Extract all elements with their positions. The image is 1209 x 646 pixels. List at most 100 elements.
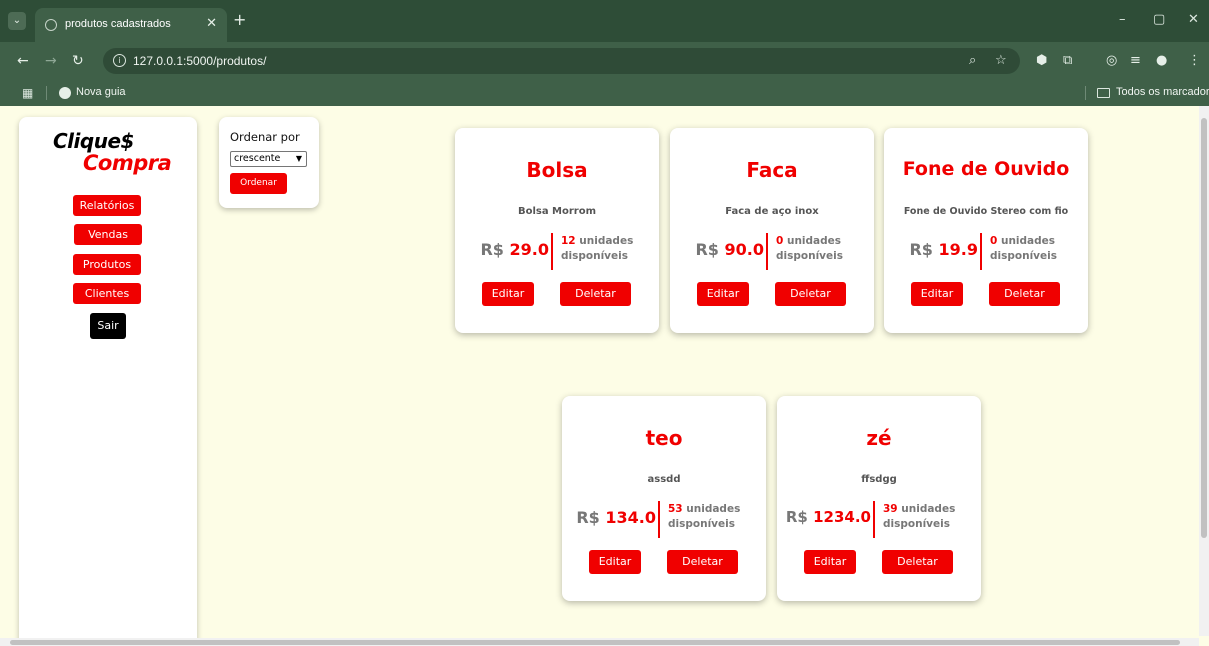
- address-bar[interactable]: i 127.0.0.1:5000/produtos/ ⌕ ☆: [103, 48, 1020, 74]
- price-value: 90.0: [724, 240, 764, 259]
- bookmark-nova-guia[interactable]: Nova guia: [76, 86, 126, 98]
- horizontal-scrollbar[interactable]: [0, 638, 1199, 646]
- logo-text-compra: Compra: [83, 151, 172, 175]
- stock-units-label: unidades: [901, 503, 956, 515]
- close-tab-icon[interactable]: ✕: [206, 16, 217, 32]
- edit-button[interactable]: Editar: [697, 282, 749, 306]
- delete-button[interactable]: Deletar: [989, 282, 1060, 306]
- sidebar-item-clientes[interactable]: Clientes: [73, 283, 141, 304]
- vertical-scrollbar[interactable]: [1199, 106, 1209, 636]
- minimize-icon[interactable]: –: [1119, 11, 1126, 29]
- product-name: Faca: [746, 158, 798, 182]
- browser-toolbar: ← → ↻ i 127.0.0.1:5000/produtos/ ⌕ ☆ ⬢ ⧉…: [0, 42, 1209, 80]
- horizontal-scrollbar-thumb[interactable]: [10, 640, 1180, 645]
- media-control-icon[interactable]: ≡: [1130, 52, 1141, 70]
- all-bookmarks-link[interactable]: Todos os marcadores: [1116, 86, 1209, 98]
- address-url[interactable]: 127.0.0.1:5000/produtos/: [133, 54, 266, 68]
- bookmarks-separator: [46, 86, 47, 100]
- product-card: Faca Faca de aço inox R$ 90.0 0 unidades…: [670, 128, 874, 333]
- stock-quantity: 0: [990, 235, 998, 247]
- product-card: Bolsa Bolsa Morrom R$ 29.0 12 unidades di…: [455, 128, 659, 333]
- extensions-puzzle-icon[interactable]: ⧉: [1063, 52, 1072, 70]
- stock-quantity: 0: [776, 235, 784, 247]
- stock-quantity: 12: [561, 235, 576, 247]
- sidebar-item-relatorios[interactable]: Relatórios: [73, 195, 141, 216]
- price-currency: R$: [695, 240, 719, 259]
- stock-units-label: unidades: [1000, 235, 1056, 247]
- back-icon[interactable]: ←: [17, 52, 29, 70]
- stock-available-label: disponíveis: [883, 518, 950, 530]
- product-stock: 0 unidades disponíveis: [990, 234, 1057, 264]
- stock-units-label: unidades: [786, 235, 842, 247]
- product-name: Bolsa: [526, 158, 588, 182]
- card-divider: [766, 233, 768, 270]
- folder-icon: [1097, 88, 1110, 98]
- tab-strip: ⌄ produtos cadastrados ✕ + – ▢ ✕: [0, 0, 1209, 42]
- bookmark-star-icon[interactable]: ☆: [995, 53, 1007, 69]
- stock-available-label: disponíveis: [561, 250, 628, 262]
- product-name: teo: [645, 426, 683, 450]
- stock-available-label: disponíveis: [776, 250, 843, 262]
- price-currency: R$: [576, 508, 600, 527]
- product-card: Fone de Ouvido Fone de Ouvido Stereo com…: [884, 128, 1088, 333]
- edit-button[interactable]: Editar: [804, 550, 856, 574]
- edit-button[interactable]: Editar: [589, 550, 641, 574]
- edit-button[interactable]: Editar: [482, 282, 534, 306]
- tab-produtos[interactable]: produtos cadastrados ✕: [35, 8, 227, 42]
- stock-available-label: disponíveis: [990, 250, 1057, 262]
- sort-button[interactable]: Ordenar: [230, 173, 287, 194]
- tab-title: produtos cadastrados: [65, 18, 171, 30]
- product-price: R$ 29.0: [480, 240, 549, 259]
- product-stock: 0 unidades disponíveis: [776, 234, 843, 264]
- sidebar-item-produtos[interactable]: Produtos: [73, 254, 141, 275]
- new-tab-icon[interactable]: +: [233, 11, 246, 29]
- stock-units-label: unidades: [686, 503, 741, 515]
- delete-button[interactable]: Deletar: [667, 550, 738, 574]
- reload-icon[interactable]: ↻: [72, 52, 84, 70]
- sort-label: Ordenar por: [230, 130, 300, 144]
- card-divider: [551, 233, 553, 270]
- product-price: R$ 19.9: [909, 240, 978, 259]
- product-price: R$ 90.0: [695, 240, 764, 259]
- restore-icon[interactable]: ▢: [1153, 11, 1165, 29]
- edit-button[interactable]: Editar: [911, 282, 963, 306]
- sidebar-item-vendas[interactable]: Vendas: [74, 224, 142, 245]
- price-value: 1234.0: [813, 508, 871, 526]
- price-currency: R$: [785, 508, 808, 526]
- site-info-icon[interactable]: i: [113, 54, 126, 67]
- delete-button[interactable]: Deletar: [775, 282, 846, 306]
- product-description: Bolsa Morrom: [517, 206, 597, 217]
- globe-icon: [59, 87, 71, 99]
- stock-units-label: unidades: [579, 235, 634, 247]
- logout-button[interactable]: Sair: [90, 313, 126, 339]
- sort-order-select[interactable]: crescente ▼: [230, 151, 307, 167]
- zoom-icon[interactable]: ⌕: [969, 53, 976, 69]
- extension-icon[interactable]: ⬢: [1036, 52, 1047, 70]
- site-logo: Clique$ Compra: [53, 129, 173, 177]
- page-viewport: Clique$ Compra Relatórios Vendas Produto…: [0, 106, 1209, 646]
- tab-search-icon[interactable]: ⌄: [8, 12, 26, 30]
- delete-button[interactable]: Deletar: [560, 282, 631, 306]
- profile-avatar-icon[interactable]: ●: [1156, 52, 1167, 70]
- product-stock: 53 unidades disponíveis: [668, 502, 740, 532]
- price-value: 29.0: [509, 240, 549, 259]
- apps-grid-icon[interactable]: ▦: [22, 86, 33, 100]
- product-name: zé: [866, 426, 892, 450]
- delete-button[interactable]: Deletar: [882, 550, 953, 574]
- sort-panel: Ordenar por crescente ▼ Ordenar: [219, 117, 319, 208]
- sidebar: Clique$ Compra Relatórios Vendas Produto…: [19, 117, 197, 646]
- forward-icon[interactable]: →: [45, 52, 57, 70]
- stock-quantity: 39: [883, 503, 898, 515]
- product-description: assdd: [647, 474, 681, 485]
- vertical-scrollbar-thumb[interactable]: [1201, 118, 1207, 538]
- card-divider: [980, 233, 982, 270]
- more-menu-icon[interactable]: ⋮: [1188, 52, 1201, 70]
- bookmarks-bar: ▦ Nova guia Todos os marcadores: [0, 80, 1209, 106]
- globe-icon: [45, 19, 57, 31]
- product-card: zé ffsdgg R$ 1234.0 39 unidades disponíve…: [777, 396, 981, 601]
- card-divider: [873, 501, 875, 538]
- extension-swirl-icon[interactable]: ◎: [1106, 52, 1117, 70]
- product-name: Fone de Ouvido: [902, 158, 1070, 180]
- product-price: R$ 134.0: [576, 508, 656, 527]
- close-window-icon[interactable]: ✕: [1188, 11, 1199, 29]
